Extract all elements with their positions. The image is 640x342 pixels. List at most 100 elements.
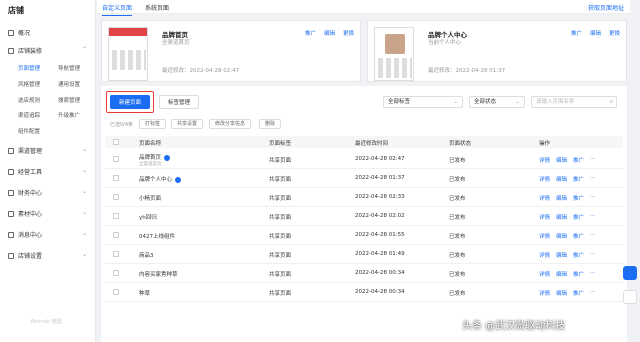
more-icon[interactable]: ··· (590, 289, 595, 297)
tab-system-pages[interactable]: 系统页面 (145, 3, 169, 12)
tag-batch-button[interactable]: 打标签 (139, 119, 167, 129)
sidebar-sub-general-settings[interactable]: 通用设置 (58, 80, 80, 88)
sidebar-item-overview[interactable]: 概况 (8, 28, 30, 37)
tag-manage-button[interactable]: 标签管理 (159, 95, 200, 109)
page-status: 已发布 (449, 196, 466, 202)
row-checkbox[interactable] (113, 289, 119, 295)
sidebar-item-channel[interactable]: 渠道管理 (8, 146, 42, 155)
row-checkbox[interactable] (113, 270, 119, 276)
page-name[interactable]: yh回归 (139, 213, 157, 221)
page-status: 已发布 (449, 291, 466, 297)
promote-link[interactable]: 推广 (573, 232, 584, 240)
edit-link[interactable]: 编辑 (556, 175, 567, 183)
sidebar-sub-page-manage[interactable]: 页面管理 (18, 64, 40, 72)
sidebar-item-store-settings[interactable]: 店铺设置 (8, 251, 42, 260)
search-input[interactable]: 请输入页面名称 ⌕ (531, 96, 617, 108)
edit-link[interactable]: 编辑 (556, 194, 567, 202)
page-modified: 2022-04-28 01:55 (355, 232, 405, 238)
detail-link[interactable]: 详情 (539, 156, 550, 164)
promote-link[interactable]: 推广 (573, 156, 584, 164)
sidebar-item-tools[interactable]: 经营工具 (8, 167, 42, 176)
page-tag: 共享页面 (269, 253, 292, 259)
edit-share-info-button[interactable]: 修改分享信息 (209, 119, 252, 129)
promote-link[interactable]: 推广 (573, 175, 584, 183)
finance-icon (8, 189, 14, 196)
page-name[interactable]: 商品3 (139, 251, 154, 259)
sidebar-sub-search-manage[interactable]: 搜索管理 (58, 96, 80, 104)
col-status: 页面状态 (449, 141, 472, 147)
detail-link[interactable]: 详情 (539, 270, 550, 278)
get-page-url-link[interactable]: 获取页面地址 (588, 3, 624, 12)
support-chat-icon[interactable] (623, 266, 637, 280)
page-name[interactable]: 内容买家秀种草 (139, 270, 178, 278)
edit-link[interactable]: 编辑 (324, 29, 335, 37)
sidebar-item-materials[interactable]: 素材中心 (8, 209, 42, 218)
edit-link[interactable]: 编辑 (556, 213, 567, 221)
row-checkbox[interactable] (113, 194, 119, 200)
edit-link[interactable]: 编辑 (556, 289, 567, 297)
detail-link[interactable]: 详情 (539, 251, 550, 259)
promote-link[interactable]: 推广 (573, 289, 584, 297)
chevron-down-icon: ⌄ (81, 209, 87, 216)
sidebar-sub-store-rules[interactable]: 选店规则 (18, 96, 40, 104)
row-checkbox[interactable] (113, 251, 119, 257)
edit-link[interactable]: 编辑 (556, 232, 567, 240)
tab-bar: 自定义页面 系统页面 获取页面地址 (97, 0, 630, 16)
tab-custom-pages[interactable]: 自定义页面 (102, 3, 133, 16)
detail-link[interactable]: 详情 (539, 289, 550, 297)
promote-link[interactable]: 推广 (573, 251, 584, 259)
delete-button[interactable]: 删除 (259, 119, 282, 129)
table-row: 品牌个人中心 共享页面 2022-04-28 01:37 已发布 详情 编辑 推广 ·… (105, 169, 623, 188)
edit-link[interactable]: 编辑 (556, 156, 567, 164)
tag-filter-select[interactable]: 全部标签 ⌄ (383, 96, 463, 108)
share-settings-button[interactable]: 共享设置 (171, 119, 204, 129)
page-name[interactable]: 0427上线组件 (139, 232, 175, 240)
more-icon[interactable]: ··· (590, 213, 595, 221)
promote-link[interactable]: 推广 (571, 29, 582, 37)
promote-link[interactable]: 推广 (573, 194, 584, 202)
chevron-down-icon: ⌄ (81, 146, 87, 153)
detail-link[interactable]: 详情 (539, 232, 550, 240)
sidebar-item-messages[interactable]: 消息中心 (8, 230, 42, 239)
page-name[interactable]: 品牌个人中心 (139, 175, 182, 183)
page-modified: 2022-04-28 02:33 (355, 194, 405, 200)
sidebar-sub-style-manage[interactable]: 风格管理 (18, 80, 40, 88)
replace-link[interactable]: 更换 (343, 29, 354, 37)
more-icon[interactable]: ··· (590, 232, 595, 240)
sidebar-item-finance[interactable]: 财务中心 (8, 188, 42, 197)
promote-link[interactable]: 推广 (573, 213, 584, 221)
col-modified: 最近修改时间 (355, 141, 389, 147)
select-all-checkbox[interactable] (113, 139, 119, 145)
footer-logo: Weimob 微盟 (30, 319, 62, 325)
more-icon[interactable]: ··· (590, 251, 595, 259)
status-filter-select[interactable]: 全部状态 ⌄ (469, 96, 525, 108)
page-modified: 2022-04-28 01:49 (355, 251, 405, 257)
sidebar-sub-component-config[interactable]: 组件配置 (18, 127, 40, 135)
sidebar-sub-channel-tracking[interactable]: 渠道追踪 (18, 111, 40, 119)
row-checkbox[interactable] (113, 175, 119, 181)
more-icon[interactable]: ··· (590, 175, 595, 183)
detail-link[interactable]: 详情 (539, 213, 550, 221)
promote-link[interactable]: 推广 (305, 29, 316, 37)
edit-link[interactable]: 编辑 (590, 29, 601, 37)
more-icon[interactable]: ··· (590, 156, 595, 164)
sidebar-item-decoration[interactable]: 店铺装修 (8, 46, 42, 55)
page-name[interactable]: 小畅页面 (139, 194, 161, 202)
detail-link[interactable]: 详情 (539, 175, 550, 183)
page-name[interactable]: 品牌首页 (139, 153, 171, 161)
new-page-button[interactable]: 新建页面 (110, 95, 151, 109)
edit-link[interactable]: 编辑 (556, 251, 567, 259)
download-icon[interactable] (623, 290, 637, 304)
edit-link[interactable]: 编辑 (556, 270, 567, 278)
replace-link[interactable]: 更换 (609, 29, 620, 37)
page-name[interactable]: 种草 (139, 289, 150, 297)
row-checkbox[interactable] (113, 213, 119, 219)
more-icon[interactable]: ··· (590, 270, 595, 278)
row-checkbox[interactable] (113, 232, 119, 238)
sidebar-sub-nav-manage[interactable]: 导航管理 (58, 64, 80, 72)
detail-link[interactable]: 详情 (539, 194, 550, 202)
row-checkbox[interactable] (113, 156, 119, 162)
sidebar-sub-upgrade-promo[interactable]: 升级推广 (58, 111, 80, 119)
more-icon[interactable]: ··· (590, 194, 595, 202)
promote-link[interactable]: 推广 (573, 270, 584, 278)
